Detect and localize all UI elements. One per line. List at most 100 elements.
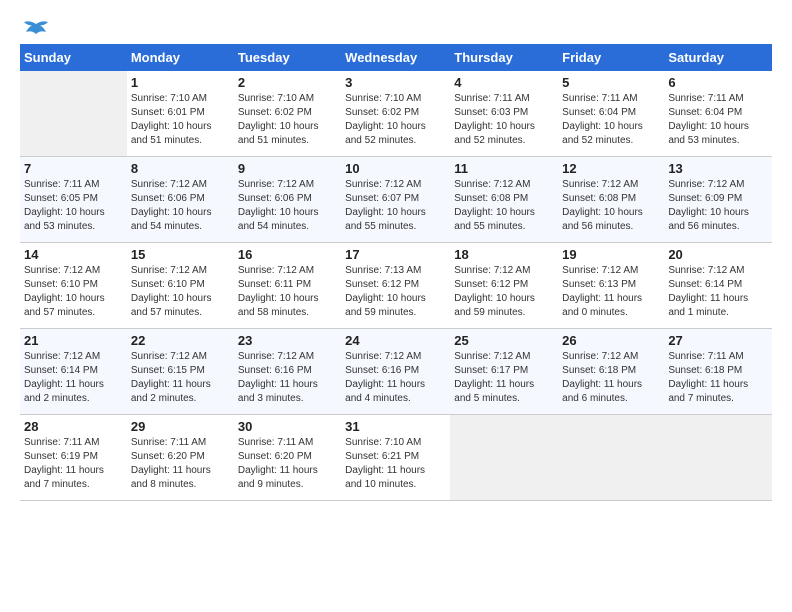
day-number: 4 (454, 75, 554, 90)
day-info: Sunrise: 7:12 AM Sunset: 6:13 PM Dayligh… (562, 264, 660, 320)
day-number: 8 (131, 161, 230, 176)
weekday-header-sunday: Sunday (20, 44, 127, 71)
calendar-week-row: 7 Sunrise: 7:11 AM Sunset: 6:05 PM Daylig… (20, 157, 772, 243)
calendar-cell: 23 Sunrise: 7:12 AM Sunset: 6:16 PM Dayli… (234, 329, 341, 415)
day-number: 19 (562, 247, 660, 262)
day-number: 21 (24, 333, 123, 348)
day-info: Sunrise: 7:13 AM Sunset: 6:12 PM Dayligh… (345, 264, 446, 320)
calendar-cell (558, 415, 664, 501)
day-info: Sunrise: 7:12 AM Sunset: 6:09 PM Dayligh… (668, 178, 768, 234)
day-info: Sunrise: 7:10 AM Sunset: 6:21 PM Dayligh… (345, 436, 446, 492)
day-number: 31 (345, 419, 446, 434)
day-number: 6 (668, 75, 768, 90)
day-number: 9 (238, 161, 337, 176)
day-info: Sunrise: 7:12 AM Sunset: 6:12 PM Dayligh… (454, 264, 554, 320)
calendar-cell: 5 Sunrise: 7:11 AM Sunset: 6:04 PM Daylig… (558, 71, 664, 157)
day-info: Sunrise: 7:12 AM Sunset: 6:10 PM Dayligh… (131, 264, 230, 320)
logo-bird-icon (22, 20, 50, 42)
weekday-header-row: SundayMondayTuesdayWednesdayThursdayFrid… (20, 44, 772, 71)
calendar-cell: 22 Sunrise: 7:12 AM Sunset: 6:15 PM Dayli… (127, 329, 234, 415)
day-info: Sunrise: 7:12 AM Sunset: 6:14 PM Dayligh… (24, 350, 123, 406)
calendar-week-row: 21 Sunrise: 7:12 AM Sunset: 6:14 PM Dayli… (20, 329, 772, 415)
calendar-week-row: 14 Sunrise: 7:12 AM Sunset: 6:10 PM Dayli… (20, 243, 772, 329)
day-info: Sunrise: 7:12 AM Sunset: 6:07 PM Dayligh… (345, 178, 446, 234)
calendar-cell (450, 415, 558, 501)
calendar-week-row: 28 Sunrise: 7:11 AM Sunset: 6:19 PM Dayli… (20, 415, 772, 501)
day-number: 20 (668, 247, 768, 262)
calendar-cell: 20Sunrise: 7:12 AM Sunset: 6:14 PM Dayli… (664, 243, 772, 329)
calendar-week-row: 1 Sunrise: 7:10 AM Sunset: 6:01 PM Daylig… (20, 71, 772, 157)
calendar-cell: 28 Sunrise: 7:11 AM Sunset: 6:19 PM Dayli… (20, 415, 127, 501)
weekday-header-tuesday: Tuesday (234, 44, 341, 71)
day-info: Sunrise: 7:11 AM Sunset: 6:04 PM Dayligh… (562, 92, 660, 148)
day-number: 10 (345, 161, 446, 176)
weekday-header-thursday: Thursday (450, 44, 558, 71)
day-info: Sunrise: 7:12 AM Sunset: 6:08 PM Dayligh… (454, 178, 554, 234)
calendar-cell: 2 Sunrise: 7:10 AM Sunset: 6:02 PM Daylig… (234, 71, 341, 157)
calendar-cell: 30 Sunrise: 7:11 AM Sunset: 6:20 PM Dayli… (234, 415, 341, 501)
day-number: 26 (562, 333, 660, 348)
day-info: Sunrise: 7:12 AM Sunset: 6:10 PM Dayligh… (24, 264, 123, 320)
day-info: Sunrise: 7:12 AM Sunset: 6:16 PM Dayligh… (238, 350, 337, 406)
day-info: Sunrise: 7:10 AM Sunset: 6:02 PM Dayligh… (238, 92, 337, 148)
day-info: Sunrise: 7:12 AM Sunset: 6:06 PM Dayligh… (238, 178, 337, 234)
calendar-cell: 16Sunrise: 7:12 AM Sunset: 6:11 PM Dayli… (234, 243, 341, 329)
day-info: Sunrise: 7:11 AM Sunset: 6:19 PM Dayligh… (24, 436, 123, 492)
calendar-cell: 7 Sunrise: 7:11 AM Sunset: 6:05 PM Daylig… (20, 157, 127, 243)
calendar-table: SundayMondayTuesdayWednesdayThursdayFrid… (20, 44, 772, 501)
weekday-header-friday: Friday (558, 44, 664, 71)
day-info: Sunrise: 7:10 AM Sunset: 6:02 PM Dayligh… (345, 92, 446, 148)
page-header (20, 20, 772, 34)
day-info: Sunrise: 7:12 AM Sunset: 6:06 PM Dayligh… (131, 178, 230, 234)
day-info: Sunrise: 7:12 AM Sunset: 6:11 PM Dayligh… (238, 264, 337, 320)
day-number: 12 (562, 161, 660, 176)
calendar-cell: 13Sunrise: 7:12 AM Sunset: 6:09 PM Dayli… (664, 157, 772, 243)
day-number: 22 (131, 333, 230, 348)
day-info: Sunrise: 7:11 AM Sunset: 6:05 PM Dayligh… (24, 178, 123, 234)
calendar-cell: 3Sunrise: 7:10 AM Sunset: 6:02 PM Daylig… (341, 71, 450, 157)
weekday-header-monday: Monday (127, 44, 234, 71)
day-number: 24 (345, 333, 446, 348)
weekday-header-wednesday: Wednesday (341, 44, 450, 71)
calendar-cell: 18 Sunrise: 7:12 AM Sunset: 6:12 PM Dayli… (450, 243, 558, 329)
calendar-cell: 24 Sunrise: 7:12 AM Sunset: 6:16 PM Dayli… (341, 329, 450, 415)
day-info: Sunrise: 7:11 AM Sunset: 6:18 PM Dayligh… (668, 350, 768, 406)
day-number: 1 (131, 75, 230, 90)
day-number: 14 (24, 247, 123, 262)
calendar-cell: 31 Sunrise: 7:10 AM Sunset: 6:21 PM Dayli… (341, 415, 450, 501)
day-info: Sunrise: 7:11 AM Sunset: 6:20 PM Dayligh… (238, 436, 337, 492)
day-info: Sunrise: 7:11 AM Sunset: 6:20 PM Dayligh… (131, 436, 230, 492)
day-number: 7 (24, 161, 123, 176)
calendar-cell: 14 Sunrise: 7:12 AM Sunset: 6:10 PM Dayli… (20, 243, 127, 329)
calendar-cell: 6Sunrise: 7:11 AM Sunset: 6:04 PM Daylig… (664, 71, 772, 157)
day-number: 18 (454, 247, 554, 262)
calendar-cell (664, 415, 772, 501)
calendar-cell: 9 Sunrise: 7:12 AM Sunset: 6:06 PM Daylig… (234, 157, 341, 243)
day-info: Sunrise: 7:12 AM Sunset: 6:08 PM Dayligh… (562, 178, 660, 234)
day-info: Sunrise: 7:12 AM Sunset: 6:17 PM Dayligh… (454, 350, 554, 406)
day-number: 17 (345, 247, 446, 262)
calendar-cell: 11 Sunrise: 7:12 AM Sunset: 6:08 PM Dayli… (450, 157, 558, 243)
calendar-cell: 8 Sunrise: 7:12 AM Sunset: 6:06 PM Daylig… (127, 157, 234, 243)
weekday-header-saturday: Saturday (664, 44, 772, 71)
calendar-cell: 15 Sunrise: 7:12 AM Sunset: 6:10 PM Dayli… (127, 243, 234, 329)
day-info: Sunrise: 7:10 AM Sunset: 6:01 PM Dayligh… (131, 92, 230, 148)
day-number: 29 (131, 419, 230, 434)
calendar-cell: 29 Sunrise: 7:11 AM Sunset: 6:20 PM Dayli… (127, 415, 234, 501)
day-number: 23 (238, 333, 337, 348)
calendar-cell: 27Sunrise: 7:11 AM Sunset: 6:18 PM Dayli… (664, 329, 772, 415)
day-number: 2 (238, 75, 337, 90)
calendar-cell: 21 Sunrise: 7:12 AM Sunset: 6:14 PM Dayli… (20, 329, 127, 415)
day-number: 28 (24, 419, 123, 434)
calendar-cell: 26 Sunrise: 7:12 AM Sunset: 6:18 PM Dayli… (558, 329, 664, 415)
day-info: Sunrise: 7:12 AM Sunset: 6:18 PM Dayligh… (562, 350, 660, 406)
day-number: 30 (238, 419, 337, 434)
day-number: 15 (131, 247, 230, 262)
day-info: Sunrise: 7:12 AM Sunset: 6:15 PM Dayligh… (131, 350, 230, 406)
day-number: 5 (562, 75, 660, 90)
calendar-cell: 10 Sunrise: 7:12 AM Sunset: 6:07 PM Dayli… (341, 157, 450, 243)
calendar-cell (20, 71, 127, 157)
calendar-cell: 1 Sunrise: 7:10 AM Sunset: 6:01 PM Daylig… (127, 71, 234, 157)
day-number: 11 (454, 161, 554, 176)
day-info: Sunrise: 7:12 AM Sunset: 6:16 PM Dayligh… (345, 350, 446, 406)
